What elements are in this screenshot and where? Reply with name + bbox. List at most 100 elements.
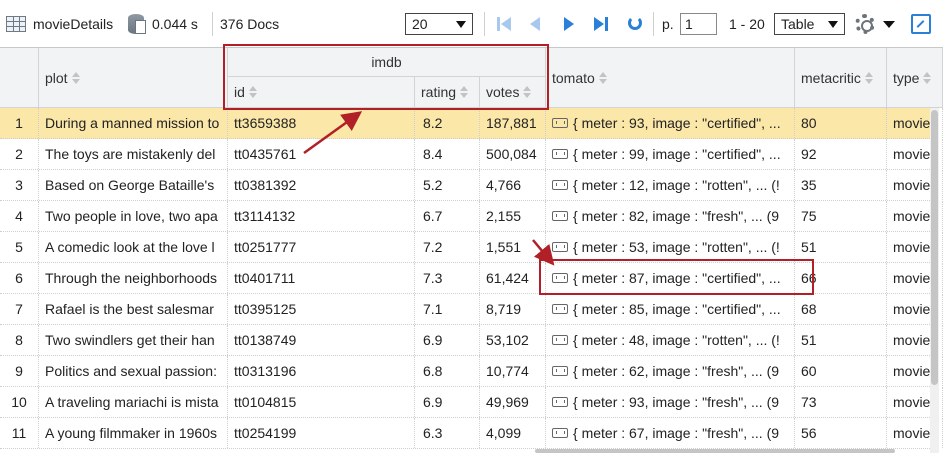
imdb-rating-cell[interactable]: 6.7 bbox=[415, 201, 480, 231]
table-row[interactable]: 9 Politics and sexual passion: tt0313196 6.… bbox=[0, 356, 943, 387]
imdb-id-cell[interactable]: tt0254199 bbox=[228, 418, 415, 448]
tomato-cell[interactable]: { meter : 82, image : "fresh", ... (9 bbox=[546, 201, 795, 231]
plot-cell[interactable]: A traveling mariachi is mista bbox=[39, 387, 228, 417]
row-number-cell[interactable]: 2 bbox=[0, 139, 39, 169]
row-number-cell[interactable]: 8 bbox=[0, 325, 39, 355]
imdb-votes-cell[interactable]: 61,424 bbox=[480, 263, 546, 293]
tomato-cell[interactable]: { meter : 67, image : "fresh", ... (9 bbox=[546, 418, 795, 448]
page-size-select[interactable]: 20 bbox=[405, 13, 473, 35]
row-number-cell[interactable]: 5 bbox=[0, 232, 39, 262]
imdb-votes-cell[interactable]: 8,719 bbox=[480, 294, 546, 324]
imdb-id-cell[interactable]: tt3659388 bbox=[228, 108, 415, 138]
imdb-id-cell[interactable]: tt0401711 bbox=[228, 263, 415, 293]
next-page-button[interactable] bbox=[559, 14, 579, 34]
imdb-id-cell[interactable]: tt0395125 bbox=[228, 294, 415, 324]
tomato-cell[interactable]: { meter : 53, image : "rotten", ... (! bbox=[546, 232, 795, 262]
imdb-votes-cell[interactable]: 1,551 bbox=[480, 232, 546, 262]
imdb-id-cell[interactable]: tt0435761 bbox=[228, 139, 415, 169]
imdb-id-cell[interactable]: tt0381392 bbox=[228, 170, 415, 200]
row-number-cell[interactable]: 10 bbox=[0, 387, 39, 417]
metacritic-cell[interactable]: 56 bbox=[795, 418, 887, 448]
last-page-button[interactable] bbox=[592, 14, 612, 34]
metacritic-cell[interactable]: 35 bbox=[795, 170, 887, 200]
imdb-id-cell[interactable]: tt3114132 bbox=[228, 201, 415, 231]
imdb-votes-cell[interactable]: 53,102 bbox=[480, 325, 546, 355]
plot-cell[interactable]: Rafael is the best salesmar bbox=[39, 294, 228, 324]
plot-cell[interactable]: The toys are mistakenly del bbox=[39, 139, 228, 169]
imdb-votes-cell[interactable]: 4,099 bbox=[480, 418, 546, 448]
table-row[interactable]: 1 During a manned mission to tt3659388 8.2 1… bbox=[0, 108, 943, 139]
tomato-cell[interactable]: { meter : 93, image : "certified", ... bbox=[546, 108, 795, 138]
table-row[interactable]: 2 The toys are mistakenly del tt0435761 8.4… bbox=[0, 139, 943, 170]
tomato-cell[interactable]: { meter : 62, image : "fresh", ... (9 bbox=[546, 356, 795, 386]
plot-cell[interactable]: Based on George Bataille's bbox=[39, 170, 228, 200]
row-number-cell[interactable]: 11 bbox=[0, 418, 39, 448]
tomato-cell[interactable]: { meter : 48, image : "rotten", ... (! bbox=[546, 325, 795, 355]
first-page-button[interactable] bbox=[494, 14, 514, 34]
plot-cell[interactable]: Politics and sexual passion: bbox=[39, 356, 228, 386]
plot-cell[interactable]: Two people in love, two apa bbox=[39, 201, 228, 231]
column-header-plot[interactable]: plot bbox=[39, 48, 228, 108]
imdb-id-cell[interactable]: tt0251777 bbox=[228, 232, 415, 262]
imdb-rating-cell[interactable]: 6.9 bbox=[415, 325, 480, 355]
metacritic-cell[interactable]: 60 bbox=[795, 356, 887, 386]
imdb-rating-cell[interactable]: 6.3 bbox=[415, 418, 480, 448]
imdb-rating-cell[interactable]: 7.2 bbox=[415, 232, 480, 262]
settings-dropdown-icon[interactable] bbox=[883, 21, 895, 28]
vertical-scrollbar-thumb[interactable] bbox=[931, 110, 938, 385]
table-row[interactable]: 11 A young filmmaker in 1960s tt0254199 6.3… bbox=[0, 418, 943, 449]
imdb-id-cell[interactable]: tt0313196 bbox=[228, 356, 415, 386]
metacritic-cell[interactable]: 75 bbox=[795, 201, 887, 231]
imdb-rating-cell[interactable]: 6.9 bbox=[415, 387, 480, 417]
prev-page-button[interactable] bbox=[526, 14, 546, 34]
metacritic-cell[interactable]: 80 bbox=[795, 108, 887, 138]
metacritic-cell[interactable]: 68 bbox=[795, 294, 887, 324]
row-number-cell[interactable]: 9 bbox=[0, 356, 39, 386]
table-row[interactable]: 10 A traveling mariachi is mista tt0104815… bbox=[0, 387, 943, 418]
imdb-votes-cell[interactable]: 4,766 bbox=[480, 170, 546, 200]
column-header-tomato[interactable]: tomato bbox=[546, 48, 795, 108]
imdb-id-cell[interactable]: tt0138749 bbox=[228, 325, 415, 355]
page-number-input[interactable]: 1 bbox=[680, 13, 717, 35]
metacritic-cell[interactable]: 92 bbox=[795, 139, 887, 169]
row-number-cell[interactable]: 1 bbox=[0, 108, 39, 138]
imdb-votes-cell[interactable]: 2,155 bbox=[480, 201, 546, 231]
plot-cell[interactable]: A comedic look at the love l bbox=[39, 232, 228, 262]
imdb-rating-cell[interactable]: 7.1 bbox=[415, 294, 480, 324]
plot-cell[interactable]: A young filmmaker in 1960s bbox=[39, 418, 228, 448]
tomato-cell[interactable]: { meter : 93, image : "fresh", ... (9 bbox=[546, 387, 795, 417]
column-header-type[interactable]: type bbox=[887, 48, 943, 108]
imdb-rating-cell[interactable]: 5.2 bbox=[415, 170, 480, 200]
imdb-votes-cell[interactable]: 49,969 bbox=[480, 387, 546, 417]
imdb-votes-cell[interactable]: 10,774 bbox=[480, 356, 546, 386]
row-number-cell[interactable]: 6 bbox=[0, 263, 39, 293]
tomato-cell[interactable]: { meter : 99, image : "certified", ... bbox=[546, 139, 795, 169]
imdb-rating-cell[interactable]: 7.3 bbox=[415, 263, 480, 293]
imdb-rating-cell[interactable]: 6.8 bbox=[415, 356, 480, 386]
row-number-cell[interactable]: 7 bbox=[0, 294, 39, 324]
tomato-cell[interactable]: { meter : 85, image : "certified", ... bbox=[546, 294, 795, 324]
metacritic-cell[interactable]: 73 bbox=[795, 387, 887, 417]
imdb-rating-cell[interactable]: 8.4 bbox=[415, 139, 480, 169]
plot-cell[interactable]: Two swindlers get their han bbox=[39, 325, 228, 355]
table-row[interactable]: 7 Rafael is the best salesmar tt0395125 7.1… bbox=[0, 294, 943, 325]
plot-cell[interactable]: Through the neighborhoods bbox=[39, 263, 228, 293]
imdb-votes-cell[interactable]: 187,881 bbox=[480, 108, 546, 138]
plot-cell[interactable]: During a manned mission to bbox=[39, 108, 228, 138]
row-number-cell[interactable]: 3 bbox=[0, 170, 39, 200]
row-number-cell[interactable]: 4 bbox=[0, 201, 39, 231]
imdb-id-cell[interactable]: tt0104815 bbox=[228, 387, 415, 417]
view-mode-select[interactable]: Table bbox=[774, 13, 845, 35]
table-row[interactable]: 8 Two swindlers get their han tt0138749 6.9… bbox=[0, 325, 943, 356]
table-row[interactable]: 4 Two people in love, two apa tt3114132 6.7… bbox=[0, 201, 943, 232]
refresh-button[interactable] bbox=[625, 14, 645, 34]
metacritic-cell[interactable]: 51 bbox=[795, 325, 887, 355]
metacritic-cell[interactable]: 51 bbox=[795, 232, 887, 262]
expand-window-icon[interactable] bbox=[911, 14, 931, 34]
imdb-rating-cell[interactable]: 8.2 bbox=[415, 108, 480, 138]
column-header-metacritic[interactable]: metacritic bbox=[795, 48, 887, 108]
tomato-cell[interactable]: { meter : 12, image : "rotten", ... (! bbox=[546, 170, 795, 200]
settings-gear-icon[interactable] bbox=[855, 14, 875, 34]
imdb-votes-cell[interactable]: 500,084 bbox=[480, 139, 546, 169]
table-row[interactable]: 3 Based on George Bataille's tt0381392 5.2 4… bbox=[0, 170, 943, 201]
